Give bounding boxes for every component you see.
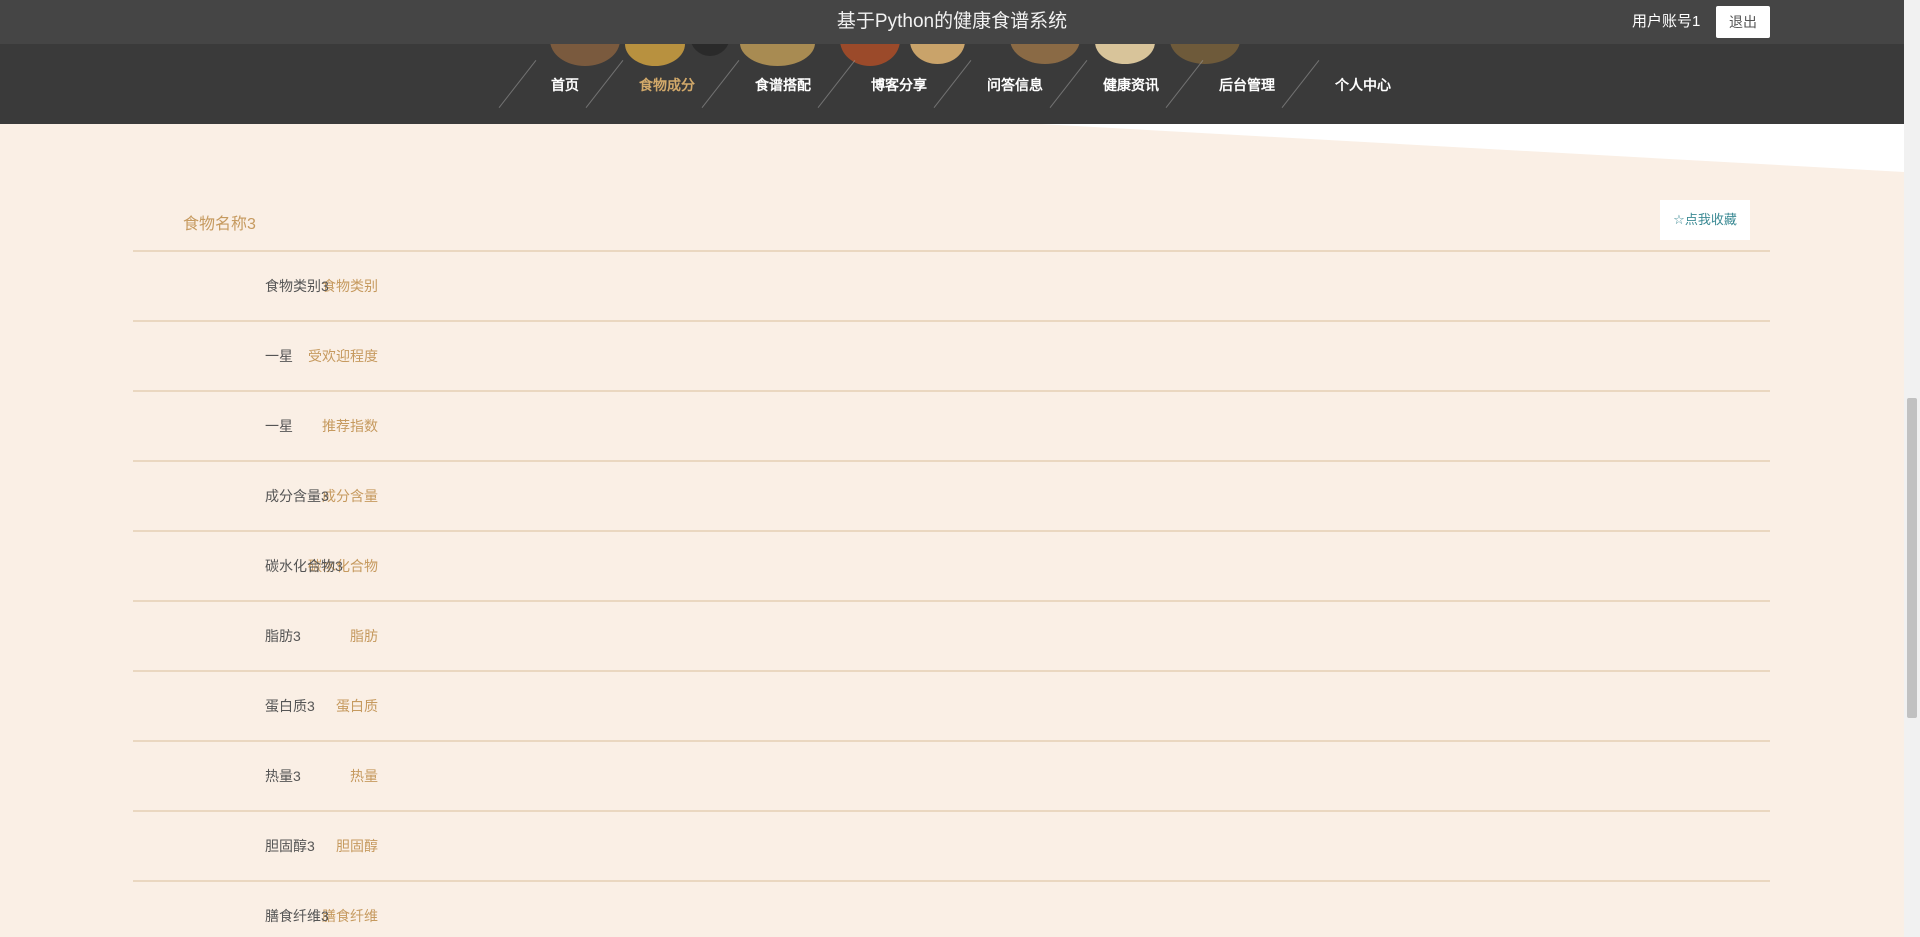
detail-header: 食物名称3 ☆点我收藏 [133,190,1770,252]
decorative-wedge [1040,124,1904,172]
field-label: 食物类别 [322,278,378,294]
field-value: 膳食纤维3 [265,908,329,924]
field-value: 一星 [265,418,293,434]
user-account-name[interactable]: 用户账号1 [1632,0,1700,44]
nav-links: 首页 食物成分 食谱搭配 博客分享 问答信息 健康资讯 后台管理 个人中心 [0,44,1904,124]
field-label: 成分含量 [322,488,378,504]
field-value: 食物类别3 [265,278,329,294]
star-outline-icon: ☆ [1673,212,1685,227]
field-row: 碳水化合物 碳水化合物3 [133,532,1770,602]
field-row: 胆固醇 胆固醇3 [133,812,1770,882]
main-navigation: 首页 食物成分 食谱搭配 博客分享 问答信息 健康资讯 后台管理 个人中心 [0,44,1904,124]
field-row: 受欢迎程度 一星 [133,322,1770,392]
field-value: 成分含量3 [265,488,329,504]
nav-item-qa[interactable]: 问答信息 [957,73,1073,97]
field-value: 热量3 [265,768,301,784]
field-row: 成分含量 成分含量3 [133,462,1770,532]
nav-item-blog-sharing[interactable]: 博客分享 [841,73,957,97]
field-label: 热量 [350,768,378,784]
field-label: 膳食纤维 [322,908,378,924]
nav-item-personal-center[interactable]: 个人中心 [1305,73,1421,97]
field-value: 一星 [265,348,293,364]
field-label: 蛋白质 [336,698,378,714]
top-header: 基于Python的健康食谱系统 用户账号1 退出 [0,0,1904,44]
favorite-label: 点我收藏 [1684,212,1737,227]
field-row: 膳食纤维 膳食纤维3 [133,882,1770,937]
site-title: 基于Python的健康食谱系统 [836,11,1068,32]
field-label: 胆固醇 [336,838,378,854]
logout-button[interactable]: 退出 [1716,6,1770,38]
field-row: 食物类别 食物类别3 [133,252,1770,322]
field-label: 推荐指数 [322,418,378,434]
field-label: 受欢迎程度 [308,348,378,364]
field-value: 胆固醇3 [265,838,315,854]
nav-item-health-news[interactable]: 健康资讯 [1073,73,1189,97]
field-value: 脂肪3 [265,628,301,644]
field-row: 脂肪 脂肪3 [133,602,1770,672]
field-row: 蛋白质 蛋白质3 [133,672,1770,742]
nav-item-home[interactable]: 首页 [507,73,623,97]
scrollbar-thumb[interactable] [1907,398,1917,718]
food-name-title: 食物名称3 [183,216,256,233]
favorite-button[interactable]: ☆点我收藏 [1660,200,1750,240]
field-row: 推荐指数 一星 [133,392,1770,462]
food-detail: 食物名称3 ☆点我收藏 食物类别 食物类别3 受欢迎程度 一星 推荐指数 一星 … [133,190,1770,937]
field-value: 碳水化合物3 [265,558,343,574]
nav-item-admin[interactable]: 后台管理 [1189,73,1305,97]
field-value: 蛋白质3 [265,698,315,714]
nav-item-food-composition[interactable]: 食物成分 [609,73,725,97]
vertical-scrollbar[interactable] [1904,0,1920,937]
field-row: 热量 热量3 [133,742,1770,812]
field-label: 脂肪 [350,628,378,644]
nav-item-recipe-pairing[interactable]: 食谱搭配 [725,73,841,97]
